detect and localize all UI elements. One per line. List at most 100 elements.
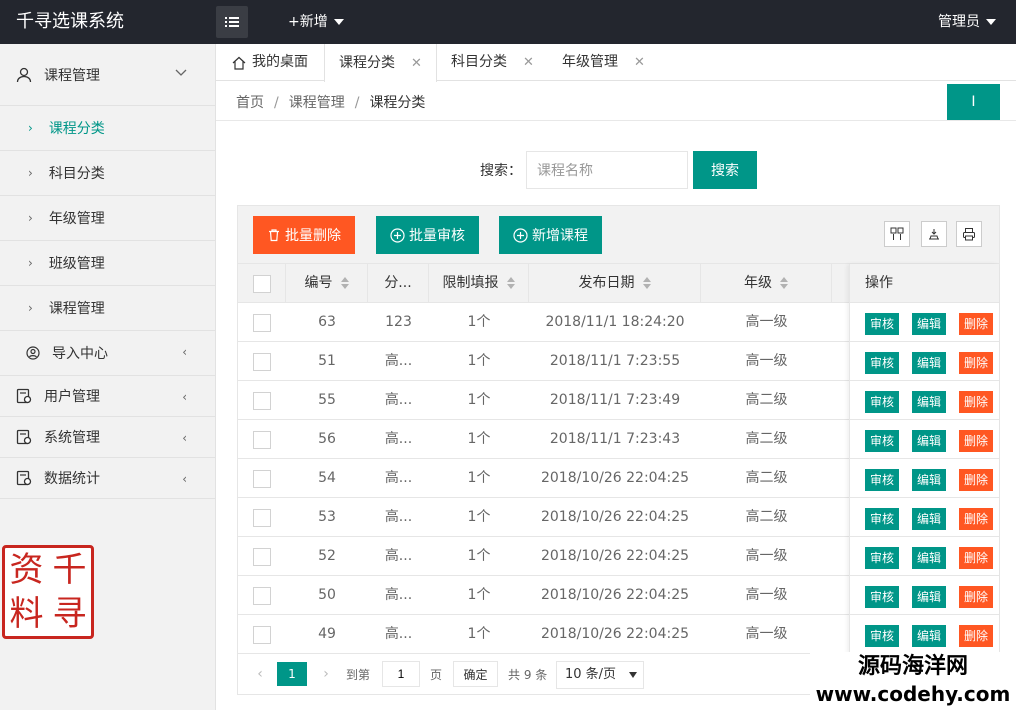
breadcrumb: 首页 / 课程管理 / 课程分类 (236, 92, 425, 112)
sidebar-item-data-stats[interactable]: 数据统计 ‹ (0, 458, 215, 499)
cell-category: 高... (384, 392, 413, 408)
delete-button[interactable]: 删除 (959, 508, 994, 530)
sort-icon[interactable] (780, 277, 788, 289)
edit-button[interactable]: 编辑 (912, 469, 947, 491)
prev-page-icon[interactable]: ‹ (250, 664, 270, 684)
audit-button[interactable]: 审核 (865, 547, 900, 569)
breadcrumb-level1[interactable]: 课程管理 (289, 95, 345, 111)
button-label: 批量审核 (409, 227, 465, 243)
edit-button[interactable]: 编辑 (912, 391, 947, 413)
edit-button[interactable]: 编辑 (912, 508, 947, 530)
row-checkbox[interactable] (253, 626, 271, 644)
header-label: 年级 (744, 275, 772, 291)
row-checkbox[interactable] (253, 314, 271, 332)
confirm-button[interactable]: 确定 (453, 661, 498, 687)
sidebar-item-subject-category[interactable]: › 科目分类 (0, 151, 215, 196)
refresh-button[interactable]: I (947, 84, 1000, 120)
edit-button[interactable]: 编辑 (912, 625, 947, 647)
header-grade[interactable]: 年级 (701, 264, 832, 303)
edit-button[interactable]: 编辑 (912, 313, 947, 335)
page-size-select[interactable]: 10 条/页 (556, 661, 644, 689)
user-menu[interactable]: 管理员 (938, 0, 996, 44)
tab-grade-mgmt[interactable]: 年级管理 ✕ (562, 44, 645, 81)
select-all-checkbox[interactable] (253, 275, 271, 293)
tab-course-category[interactable]: 课程分类 ✕ (324, 44, 437, 82)
trash-icon (269, 229, 279, 242)
row-checkbox[interactable] (253, 548, 271, 566)
delete-button[interactable]: 删除 (959, 625, 994, 647)
sidebar-item-user-mgmt[interactable]: 用户管理 ‹ (0, 376, 215, 417)
cell-id: 53 (318, 509, 336, 525)
sidebar-item-course-mgmt[interactable]: 课程管理 (0, 44, 215, 106)
audit-button[interactable]: 审核 (865, 469, 900, 491)
sidebar-item-label: 科目分类 (48, 166, 105, 182)
sidebar-item-system-mgmt[interactable]: 系统管理 ‹ (0, 417, 215, 458)
audit-button[interactable]: 审核 (865, 430, 900, 452)
cell-category: 高... (384, 548, 413, 564)
row-checkbox[interactable] (253, 470, 271, 488)
delete-button[interactable]: 删除 (959, 469, 994, 491)
audit-button[interactable]: 审核 (865, 313, 900, 335)
delete-button[interactable]: 删除 (959, 391, 994, 413)
audit-button[interactable]: 审核 (865, 352, 900, 374)
batch-delete-button[interactable]: 批量删除 (253, 216, 355, 254)
edit-button[interactable]: 编辑 (912, 430, 947, 452)
header-label: 分... (384, 275, 412, 291)
delete-button[interactable]: 删除 (959, 352, 994, 374)
sidebar-item-class-mgmt[interactable]: › 班级管理 (0, 241, 215, 286)
row-checkbox[interactable] (253, 509, 271, 527)
sort-icon[interactable] (506, 277, 515, 289)
audit-button[interactable]: 审核 (865, 508, 900, 530)
chevron-down-icon (175, 69, 187, 76)
header-limit[interactable]: 限制填报 (429, 264, 529, 303)
columns-icon[interactable] (884, 221, 910, 247)
edit-button[interactable]: 编辑 (912, 547, 947, 569)
button-label: 批量删除 (285, 227, 341, 243)
add-menu[interactable]: +新增 (288, 0, 344, 44)
tab-label: 课程分类 (339, 54, 395, 71)
sidebar-item-course-list[interactable]: › 课程管理 (0, 286, 215, 331)
row-checkbox[interactable] (253, 392, 271, 410)
sidebar-item-import-center[interactable]: 导入中心 ‹ (0, 331, 215, 376)
menu-toggle-button[interactable] (216, 6, 248, 38)
header-id[interactable]: 编号 (286, 264, 368, 303)
edit-button[interactable]: 编辑 (912, 352, 947, 374)
delete-button[interactable]: 删除 (959, 547, 994, 569)
delete-button[interactable]: 删除 (959, 313, 994, 335)
row-checkbox[interactable] (253, 587, 271, 605)
next-page-icon[interactable]: › (316, 664, 336, 684)
page-number-input[interactable] (382, 661, 420, 687)
close-icon[interactable]: ✕ (634, 44, 645, 81)
row-checkbox[interactable] (253, 431, 271, 449)
audit-button[interactable]: 审核 (865, 586, 900, 608)
print-icon[interactable] (956, 221, 982, 247)
tab-my-desktop[interactable]: 我的桌面 (232, 44, 308, 81)
tab-subject-category[interactable]: 科目分类 ✕ (451, 44, 534, 81)
close-icon[interactable]: ✕ (523, 44, 534, 81)
search-button[interactable]: 搜索 (693, 151, 757, 189)
document-icon (16, 388, 32, 404)
row-checkbox[interactable] (253, 353, 271, 371)
add-course-button[interactable]: 新增课程 (499, 216, 602, 254)
search-input[interactable] (526, 151, 688, 189)
batch-audit-button[interactable]: 批量审核 (376, 216, 479, 254)
sidebar-item-grade-mgmt[interactable]: › 年级管理 (0, 196, 215, 241)
sort-icon[interactable] (340, 277, 349, 289)
delete-button[interactable]: 删除 (959, 586, 994, 608)
breadcrumb-home[interactable]: 首页 (236, 95, 264, 111)
export-icon[interactable] (921, 221, 947, 247)
delete-button[interactable]: 删除 (959, 430, 994, 452)
ops-row: 审核 编辑 删除 (850, 615, 999, 654)
current-page[interactable]: 1 (277, 662, 307, 686)
sidebar-item-course-category[interactable]: › 课程分类 (0, 106, 215, 151)
audit-button[interactable]: 审核 (865, 391, 900, 413)
sort-icon[interactable] (642, 277, 651, 289)
close-icon[interactable]: ✕ (411, 45, 422, 82)
tab-label: 我的桌面 (252, 54, 308, 70)
watermark-url: www.codehy.com (815, 682, 1011, 706)
ops-row: 审核 编辑 删除 (850, 303, 999, 342)
header-date[interactable]: 发布日期 (529, 264, 701, 303)
cell-grade: 高二级 (745, 392, 788, 408)
audit-button[interactable]: 审核 (865, 625, 900, 647)
edit-button[interactable]: 编辑 (912, 586, 947, 608)
